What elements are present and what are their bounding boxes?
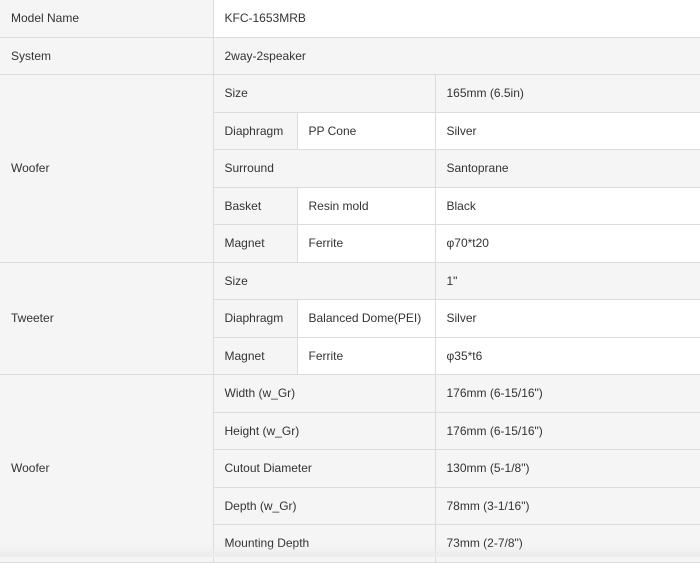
dim-height-label: Height (w_Gr) xyxy=(213,411,436,450)
woofer-surround-label: Surround xyxy=(213,149,436,188)
woofer-basket-value: Black xyxy=(434,186,700,225)
bottom-fade xyxy=(0,545,700,557)
dim-depth-label: Depth (w_Gr) xyxy=(213,486,436,525)
tweeter-magnet-type: Ferrite xyxy=(296,336,436,375)
tweeter-diaphragm-label: Diaphragm xyxy=(213,299,298,338)
dim-depth-value: 78mm (3-1/16") xyxy=(434,486,700,525)
woofer-basket-label: Basket xyxy=(213,186,298,225)
dim-cutout-label: Cutout Diameter xyxy=(213,449,436,488)
tweeter-magnet-value: φ35*t6 xyxy=(434,336,700,375)
woofer-magnet-value: φ70*t20 xyxy=(434,224,700,263)
dim-width-value: 176mm (6-15/16") xyxy=(434,374,700,413)
spec-row-system: System 2way-2speaker xyxy=(0,36,700,75)
woofer-surround-value: Santoprane xyxy=(434,149,700,188)
model-name-value: KFC-1653MRB xyxy=(212,0,700,38)
dim-cutout-value: 130mm (5-1/8") xyxy=(434,449,700,488)
woofer-magnet-type: Ferrite xyxy=(296,224,436,263)
tweeter-magnet-label: Magnet xyxy=(213,336,298,375)
system-value: 2way-2speaker xyxy=(212,36,700,75)
spec-row-tweeter-size: Tweeter Size 1" xyxy=(0,261,700,375)
spec-row-dim-width: Woofer Width (w_Gr) 176mm (6-15/16") xyxy=(0,374,700,563)
model-name-label: Model Name xyxy=(0,0,214,38)
woofer-diaphragm-value: Silver xyxy=(434,111,700,150)
spec-row-model-name: Model Name KFC-1653MRB xyxy=(0,0,700,38)
woofer-group-label: Woofer xyxy=(0,74,214,263)
woofer-magnet-label: Magnet xyxy=(213,224,298,263)
tweeter-size-value: 1" xyxy=(434,261,700,300)
woofer-diaphragm-label: Diaphragm xyxy=(213,111,298,150)
spec-table: Model Name KFC-1653MRB System 2way-2spea… xyxy=(0,0,700,563)
system-label: System xyxy=(0,36,214,75)
dim-width-label: Width (w_Gr) xyxy=(212,374,436,413)
woofer-size-label: Size xyxy=(212,74,436,113)
woofer-dimensions-group-label: Woofer xyxy=(0,374,214,563)
dim-height-value: 176mm (6-15/16") xyxy=(434,411,700,450)
woofer-size-value: 165mm (6.5in) xyxy=(434,74,700,113)
woofer-basket-material: Resin mold xyxy=(296,186,436,225)
spec-row-woofer-size: Woofer Size 165mm (6.5in) xyxy=(0,74,700,263)
tweeter-size-label: Size xyxy=(212,261,436,300)
tweeter-group-label: Tweeter xyxy=(0,261,214,375)
woofer-diaphragm-material: PP Cone xyxy=(296,111,436,150)
tweeter-diaphragm-material: Balanced Dome(PEI) xyxy=(296,299,436,338)
tweeter-diaphragm-value: Silver xyxy=(434,299,700,338)
